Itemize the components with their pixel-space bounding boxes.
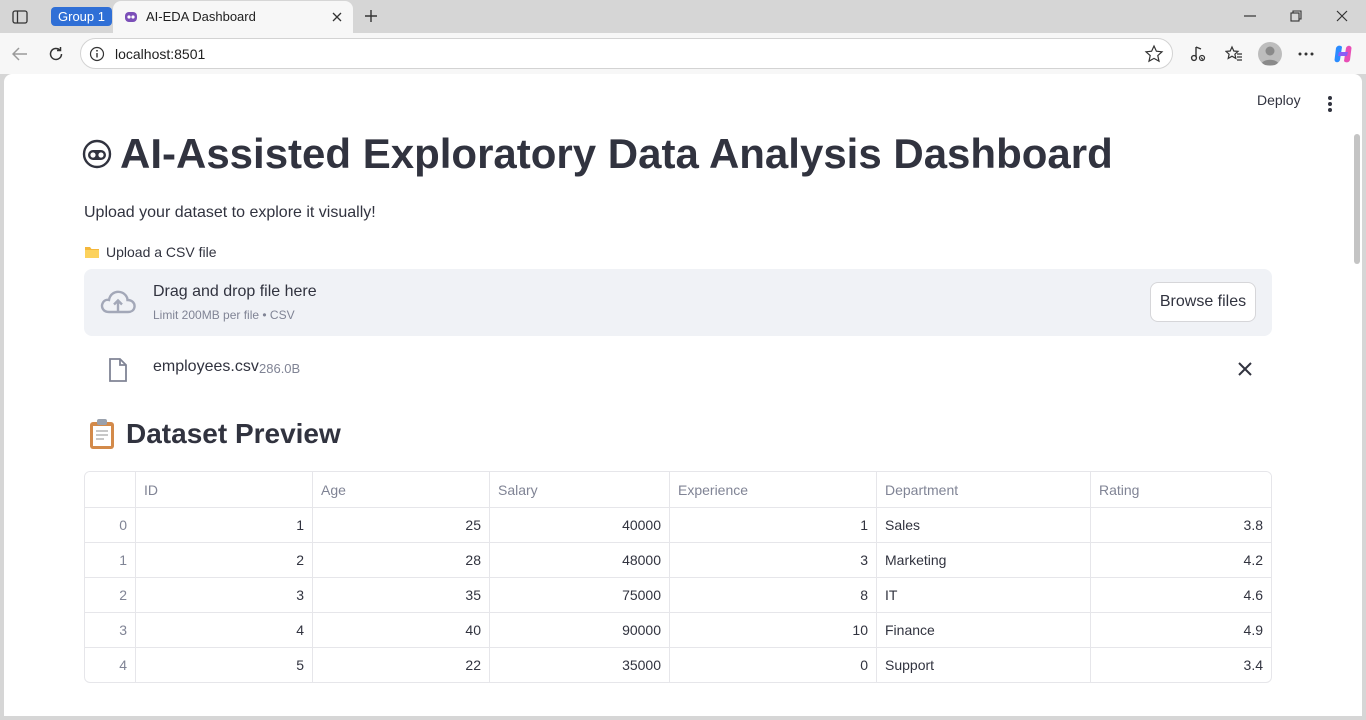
table-cell[interactable]: IT [877, 578, 1091, 613]
copilot-icon[interactable] [1331, 42, 1355, 66]
browser-toolbar: localhost:8501 [0, 33, 1366, 74]
dropzone-title: Drag and drop file here [153, 283, 317, 300]
reload-icon[interactable] [44, 42, 68, 66]
app-favicon-icon [123, 9, 139, 25]
folder-icon [85, 247, 99, 258]
cloud-upload-icon [100, 290, 136, 314]
table-cell[interactable]: 40000 [490, 508, 670, 543]
dataset-preview-heading: Dataset Preview [88, 418, 341, 450]
new-tab-icon[interactable] [360, 5, 382, 27]
upload-label: Upload a CSV file [84, 244, 217, 260]
table-cell[interactable]: 25 [313, 508, 490, 543]
clipboard-icon [90, 419, 114, 449]
dataset-preview-title: Dataset Preview [126, 418, 341, 449]
address-bar[interactable]: localhost:8501 [80, 38, 1173, 69]
row-index[interactable]: 0 [85, 508, 136, 543]
table-cell[interactable]: 2 [136, 543, 313, 578]
read-aloud-icon[interactable] [1186, 42, 1210, 66]
site-info-icon[interactable] [89, 46, 105, 62]
robot-face-icon [82, 139, 112, 169]
table-cell[interactable]: 40 [313, 613, 490, 648]
browser-tabstrip: Group 1 AI-EDA Dashboard [0, 0, 1366, 33]
table-cell[interactable]: 4.9 [1091, 613, 1271, 648]
table-cell[interactable]: 90000 [490, 613, 670, 648]
table-cell[interactable]: 3.4 [1091, 648, 1271, 682]
column-header[interactable]: Salary [490, 472, 670, 508]
row-index[interactable]: 1 [85, 543, 136, 578]
active-tab[interactable]: AI-EDA Dashboard [113, 1, 353, 33]
back-arrow-icon[interactable] [8, 42, 32, 66]
table-cell[interactable]: Support [877, 648, 1091, 682]
remove-file-icon[interactable] [1236, 360, 1254, 378]
more-menu-icon[interactable] [1294, 42, 1318, 66]
tab-title: AI-EDA Dashboard [146, 9, 256, 24]
restore-icon[interactable] [1284, 5, 1308, 27]
uploaded-file-row: employees.csv 286.0B [84, 349, 1272, 389]
tab-group-chip[interactable]: Group 1 [51, 7, 112, 26]
page-viewport: Deploy AI-Assisted Exploratory Data Anal… [4, 74, 1362, 716]
table-cell[interactable]: 1 [670, 508, 877, 543]
table-cell[interactable]: 35 [313, 578, 490, 613]
table-cell[interactable]: 4 [136, 613, 313, 648]
minimize-icon[interactable] [1238, 5, 1262, 27]
dataset-preview-table[interactable]: ID Age Salary Experience Department Rating 0 1 2… [84, 471, 1272, 683]
favorite-star-icon[interactable] [1144, 44, 1164, 64]
index-header[interactable] [85, 472, 136, 508]
table-cell[interactable]: 3 [136, 578, 313, 613]
table-cell[interactable]: 28 [313, 543, 490, 578]
url-text[interactable]: localhost:8501 [115, 46, 205, 62]
file-icon [109, 358, 127, 382]
table-cell[interactable]: 4.6 [1091, 578, 1271, 613]
page-title-text: AI-Assisted Exploratory Data Analysis Da… [120, 130, 1113, 177]
profile-avatar[interactable] [1258, 42, 1282, 66]
table-cell[interactable]: 0 [670, 648, 877, 682]
column-header[interactable]: Rating [1091, 472, 1271, 508]
column-header[interactable]: Department [877, 472, 1091, 508]
page-scrollbar[interactable] [1354, 134, 1360, 264]
file-name: employees.csv [153, 358, 259, 375]
table-cell[interactable]: 5 [136, 648, 313, 682]
deploy-button[interactable]: Deploy [1257, 92, 1301, 108]
table-cell[interactable]: 1 [136, 508, 313, 543]
table-cell[interactable]: 75000 [490, 578, 670, 613]
row-index[interactable]: 3 [85, 613, 136, 648]
table-cell[interactable]: 10 [670, 613, 877, 648]
tab-actions-icon[interactable] [8, 6, 32, 28]
table-cell[interactable]: 22 [313, 648, 490, 682]
upload-label-text: Upload a CSV file [106, 244, 217, 260]
dropzone-limits: Limit 200MB per file • CSV [153, 308, 295, 322]
table-cell[interactable]: 3 [670, 543, 877, 578]
close-tab-icon[interactable] [329, 9, 345, 25]
column-header[interactable]: Age [313, 472, 490, 508]
favorites-icon[interactable] [1222, 42, 1246, 66]
row-index[interactable]: 2 [85, 578, 136, 613]
close-window-icon[interactable] [1330, 5, 1354, 27]
table-cell[interactable]: Marketing [877, 543, 1091, 578]
table-cell[interactable]: Finance [877, 613, 1091, 648]
table-cell[interactable]: 8 [670, 578, 877, 613]
row-index[interactable]: 4 [85, 648, 136, 682]
intro-text: Upload your dataset to explore it visual… [84, 204, 376, 221]
app-menu-icon[interactable] [1320, 94, 1340, 114]
table-cell[interactable]: Sales [877, 508, 1091, 543]
page-title: AI-Assisted Exploratory Data Analysis Da… [82, 130, 1113, 178]
table-cell[interactable]: 4.2 [1091, 543, 1271, 578]
column-header[interactable]: Experience [670, 472, 877, 508]
table-cell[interactable]: 35000 [490, 648, 670, 682]
browse-files-button[interactable]: Browse files [1150, 282, 1256, 322]
file-size: 286.0B [259, 361, 301, 376]
column-header[interactable]: ID [136, 472, 313, 508]
table-cell[interactable]: 3.8 [1091, 508, 1271, 543]
table-cell[interactable]: 48000 [490, 543, 670, 578]
file-dropzone[interactable]: Drag and drop file here Limit 200MB per … [84, 269, 1272, 336]
